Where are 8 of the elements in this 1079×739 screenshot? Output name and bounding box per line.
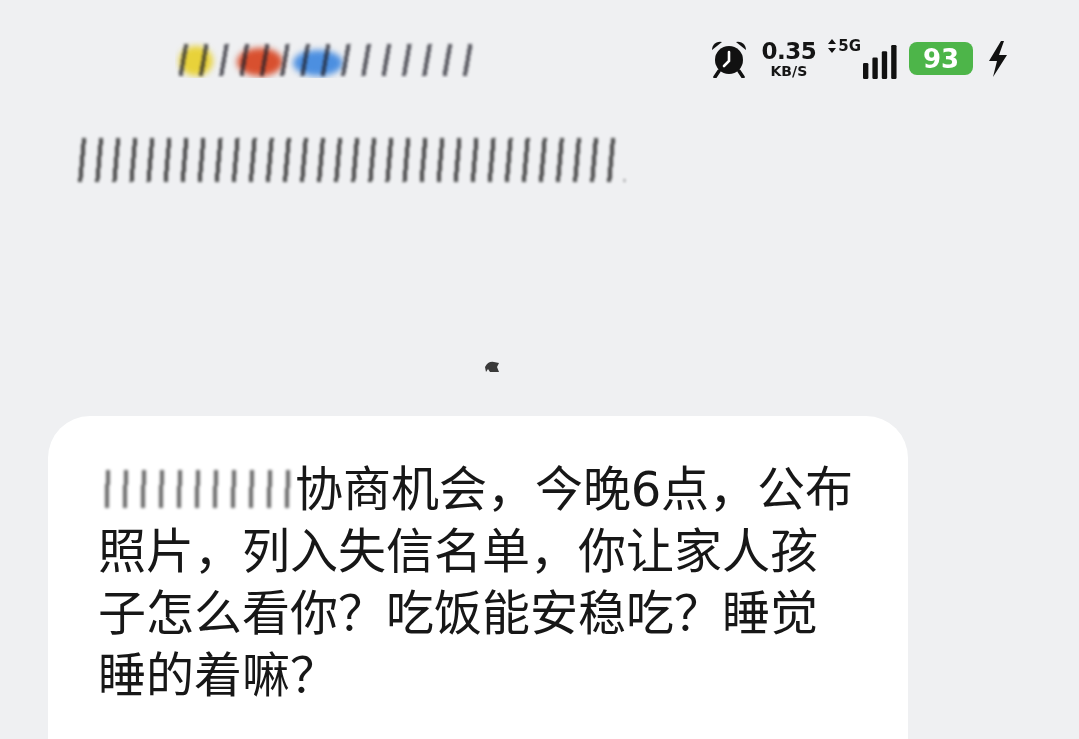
speed-unit: KB/S — [770, 63, 808, 78]
message-text: 协商机会，今晚6点，公布照片，列入失信名单，你让家人孩子怎么看你？吃饭能安稳吃？睡觉睡的着嘛？ — [98, 460, 854, 703]
battery-indicator: 93 — [909, 42, 973, 76]
alarm-clock-icon — [709, 39, 748, 78]
signal-bars-icon — [863, 44, 897, 79]
up-down-arrows-icon — [828, 39, 837, 54]
network-speed: 0.35 — [761, 39, 817, 63]
network-type: 5G — [838, 38, 861, 54]
